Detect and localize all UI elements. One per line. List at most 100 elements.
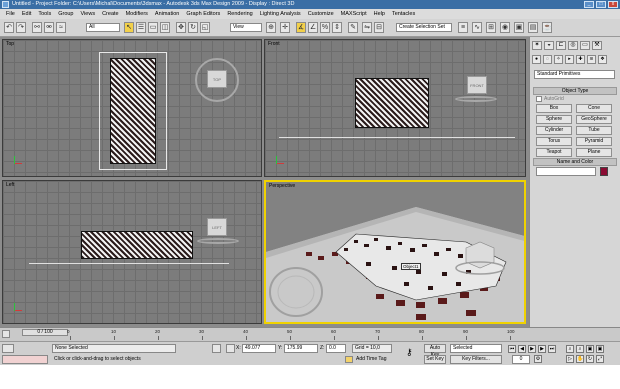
select-link-icon[interactable]: ⚯: [32, 22, 42, 33]
viewport-left[interactable]: Left LEFT: [2, 180, 262, 324]
systems-icon[interactable]: ❖: [598, 55, 607, 64]
select-manipulate-icon[interactable]: ✛: [280, 22, 290, 33]
motion-tab-icon[interactable]: ◎: [568, 41, 578, 50]
add-time-tag-button[interactable]: Add Time Tag: [356, 356, 386, 362]
viewport-perspective[interactable]: Perspective Object1: [264, 180, 526, 324]
menu-animation[interactable]: Animation: [155, 11, 179, 17]
time-tag-icon[interactable]: [345, 356, 353, 363]
named-selection-sets-dropdown[interactable]: Create Selection Set: [396, 23, 452, 32]
undo-icon[interactable]: ↶: [4, 22, 14, 33]
select-rotate-icon[interactable]: ↻: [188, 22, 198, 33]
redo-icon[interactable]: ↷: [16, 22, 26, 33]
viewport-label[interactable]: Left: [6, 182, 14, 188]
pyramid-button[interactable]: Pyramid: [576, 137, 612, 146]
object-mesh[interactable]: [110, 58, 156, 164]
box-button[interactable]: Box: [536, 104, 572, 113]
close-button[interactable]: x: [608, 1, 618, 8]
menu-lighting-analysis[interactable]: Lighting Analysis: [260, 11, 301, 17]
viewport-front[interactable]: Front FRONT: [264, 39, 526, 177]
bind-space-warp-icon[interactable]: ≈: [56, 22, 66, 33]
tube-button[interactable]: Tube: [576, 126, 612, 135]
object-mesh[interactable]: [355, 78, 429, 128]
maxscript-listener-icon[interactable]: [2, 344, 14, 353]
previous-frame-icon[interactable]: ◀: [518, 345, 526, 353]
viewport-label[interactable]: Front: [268, 41, 280, 47]
field-of-view-icon[interactable]: ▷: [566, 355, 574, 363]
set-key-mode-key-icon[interactable]: ⚷: [406, 348, 418, 357]
autogrid-checkbox[interactable]: [536, 96, 542, 102]
hierarchy-tab-icon[interactable]: ⊏: [556, 41, 566, 50]
menu-views[interactable]: Views: [81, 11, 96, 17]
torus-button[interactable]: Torus: [536, 137, 572, 146]
selection-filter-dropdown[interactable]: All: [86, 23, 120, 32]
align-icon[interactable]: ⊟: [374, 22, 384, 33]
absolute-mode-transform-icon[interactable]: [226, 344, 235, 353]
menu-customize[interactable]: Customize: [308, 11, 334, 17]
edit-named-selection-icon[interactable]: ✎: [348, 22, 358, 33]
primitive-type-dropdown[interactable]: Standard Primitives: [534, 70, 615, 79]
render-production-icon[interactable]: ☕: [542, 22, 552, 33]
selection-set-key-dropdown[interactable]: Selected: [450, 344, 502, 353]
zoom-icon[interactable]: ⌕: [566, 345, 574, 353]
angle-snap-icon[interactable]: ∠: [308, 22, 318, 33]
zoom-extents-all-icon[interactable]: ▣: [596, 345, 604, 353]
key-filters-button[interactable]: Key Filters...: [450, 355, 502, 364]
cylinder-button[interactable]: Cylinder: [536, 126, 572, 135]
menu-group[interactable]: Group: [58, 11, 73, 17]
track-bar[interactable]: 0 10 20 30 40 50 60 70 80 90 100: [10, 329, 515, 341]
set-key-button[interactable]: Set Key: [424, 355, 446, 364]
menu-tools[interactable]: Tools: [38, 11, 51, 17]
object-mesh[interactable]: [81, 231, 193, 259]
pivot-center-icon[interactable]: ⊕: [266, 22, 276, 33]
geosphere-button[interactable]: GeoSphere: [576, 115, 612, 124]
plane-button[interactable]: Plane: [576, 148, 612, 157]
geometry-icon[interactable]: ●: [532, 55, 541, 64]
select-by-name-icon[interactable]: ☰: [136, 22, 146, 33]
object-name-field[interactable]: [536, 167, 596, 176]
render-setup-icon[interactable]: ▣: [514, 22, 524, 33]
menu-help[interactable]: Help: [374, 11, 385, 17]
play-icon[interactable]: ▶: [528, 345, 536, 353]
viewcube[interactable]: LEFT: [207, 218, 227, 236]
select-move-icon[interactable]: ✥: [176, 22, 186, 33]
go-to-start-icon[interactable]: ⏮: [508, 345, 516, 353]
lights-icon[interactable]: ✧: [554, 55, 563, 64]
modify-tab-icon[interactable]: ◒: [544, 41, 554, 50]
cone-button[interactable]: Cone: [576, 104, 612, 113]
percent-snap-icon[interactable]: %: [320, 22, 330, 33]
menu-graph-editors[interactable]: Graph Editors: [186, 11, 220, 17]
utilities-tab-icon[interactable]: ⚒: [592, 41, 602, 50]
viewport-label[interactable]: Top: [6, 41, 14, 47]
window-crossing-icon[interactable]: ◫: [160, 22, 170, 33]
orbit-icon[interactable]: ↻: [586, 355, 594, 363]
zoom-all-icon[interactable]: ⌕: [576, 345, 584, 353]
mini-curve-editor-icon[interactable]: [2, 330, 10, 338]
material-editor-icon[interactable]: ◉: [500, 22, 510, 33]
curve-editor-icon[interactable]: ∿: [472, 22, 482, 33]
menu-tentacles[interactable]: Tentacles: [392, 11, 415, 17]
select-scale-icon[interactable]: ◱: [200, 22, 210, 33]
select-object-icon[interactable]: ↖: [124, 22, 134, 33]
z-coordinate-input[interactable]: 0.0: [326, 344, 346, 353]
reference-coordinate-dropdown[interactable]: View: [230, 23, 262, 32]
shapes-icon[interactable]: ◌: [543, 55, 552, 64]
menu-rendering[interactable]: Rendering: [227, 11, 252, 17]
viewport-top[interactable]: Top TOP: [2, 39, 262, 177]
time-configuration-icon[interactable]: ⚙: [534, 355, 542, 363]
viewcube[interactable]: FRONT: [467, 76, 487, 94]
next-frame-icon[interactable]: ▶: [538, 345, 546, 353]
viewcube[interactable]: TOP: [207, 70, 227, 88]
object-color-swatch[interactable]: [600, 167, 608, 176]
maximize-button[interactable]: □: [596, 1, 606, 8]
app-icon[interactable]: [2, 1, 9, 8]
create-tab-icon[interactable]: ✶: [532, 41, 542, 50]
zoom-extents-icon[interactable]: ▣: [586, 345, 594, 353]
viewcube-ring[interactable]: [455, 96, 497, 102]
unlink-icon[interactable]: ⚮: [44, 22, 54, 33]
x-coordinate-input[interactable]: 49.077: [242, 344, 276, 353]
helpers-icon[interactable]: ✚: [576, 55, 585, 64]
menu-edit[interactable]: Edit: [22, 11, 31, 17]
teapot-button[interactable]: Teapot: [536, 148, 572, 157]
selection-region-icon[interactable]: ▭: [148, 22, 158, 33]
cameras-icon[interactable]: ▸: [565, 55, 574, 64]
